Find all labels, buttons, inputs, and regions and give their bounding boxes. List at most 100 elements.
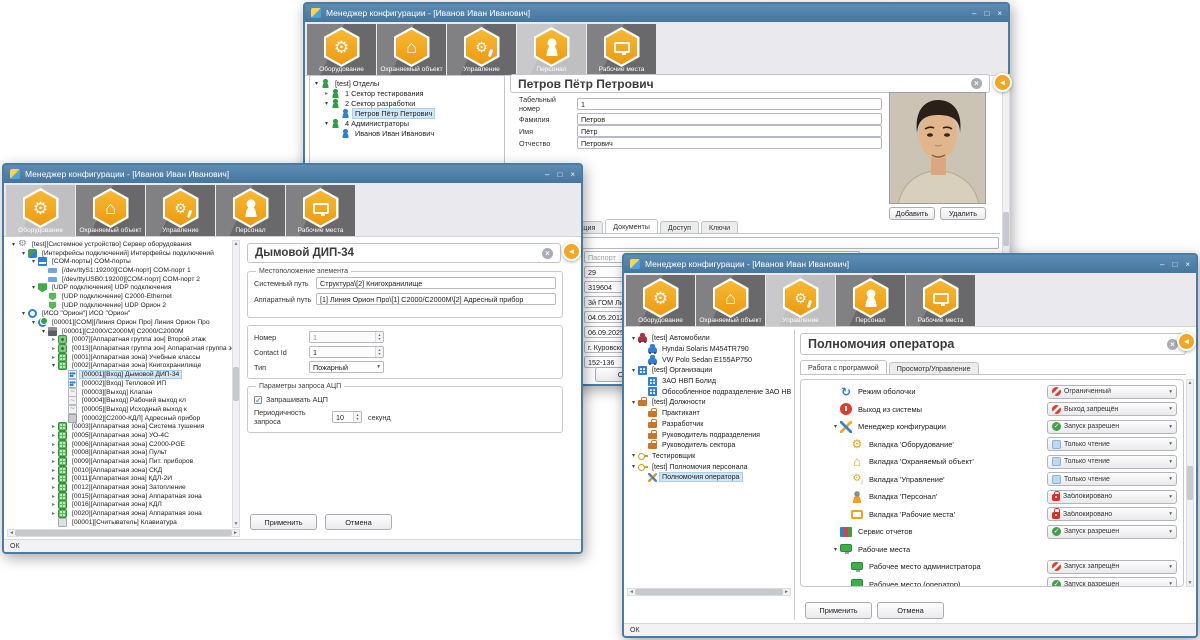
expander-icon[interactable] (49, 441, 58, 448)
expander-icon[interactable] (49, 345, 58, 352)
expander-icon[interactable] (9, 241, 18, 248)
title-bar[interactable]: Менеджер конфигурации - [Иванов Иван Ива… (4, 165, 581, 183)
close-button[interactable]: × (1185, 260, 1190, 269)
minimize-button[interactable]: – (1160, 260, 1164, 269)
permission-row[interactable]: Рабочее место (оператор) Запуск разрешен… (801, 576, 1183, 588)
back-button[interactable] (1177, 332, 1196, 351)
expander-icon[interactable] (322, 90, 331, 97)
period-input[interactable]: 10 (332, 411, 362, 423)
apply-button[interactable]: Применить (805, 602, 872, 619)
ribbon-tab[interactable]: Рабочие места (286, 185, 355, 236)
cancel-button[interactable]: Отмена (877, 602, 944, 619)
tree-item[interactable]: 1 Сектор тестирования (310, 88, 504, 98)
tree-item[interactable]: [COM-порты] COM-порты (7, 257, 232, 266)
tree-item[interactable]: [00005][Выход] Исходный выход к (7, 405, 232, 414)
tree-item[interactable]: [UDP подключение] UDP Орион 2 (7, 301, 232, 310)
expander-icon[interactable] (19, 250, 28, 257)
permission-row[interactable]: Рабочие места (801, 541, 1183, 559)
ribbon-tab[interactable]: Управление (766, 275, 835, 326)
tree-item[interactable]: [0020][Аппаратная зона] Аппаратная зона (7, 509, 232, 518)
tree-item[interactable]: [00001][Считыватель] Клавиатура (7, 518, 232, 527)
tree-item[interactable]: [0005][Аппаратная зона] УО-4С (7, 431, 232, 440)
tree-hscrollbar[interactable]: ◄► (627, 588, 791, 596)
text-input[interactable]: Пётр (577, 125, 882, 137)
permission-row[interactable]: Вкладка 'Оборудование' Только чтение ▾ (801, 436, 1183, 454)
spinner-icon[interactable] (375, 347, 383, 357)
tree-item[interactable]: [test] Отделы (310, 78, 504, 88)
panel-tab[interactable]: Работа с программой (800, 360, 887, 375)
cancel-button[interactable]: Отмена (325, 514, 392, 530)
photo-add-button[interactable]: Добавить (889, 207, 935, 220)
ribbon-tab[interactable]: Персонал (517, 24, 586, 75)
tree-item[interactable]: [00002][C2000-КДЛ] Адресный прибор (7, 414, 232, 423)
expander-icon[interactable] (49, 362, 58, 369)
tree-item[interactable]: [0001][Аппаратная зона] Учебные классы (7, 353, 232, 362)
title-bar[interactable]: Менеджер конфигурации - [Иванов Иван Ива… (624, 255, 1196, 273)
tree-item[interactable]: VW Polo Sedan E155AP750 (627, 354, 791, 365)
permission-value-dropdown[interactable]: Только чтение ▾ (1047, 472, 1177, 486)
expander-icon[interactable] (629, 452, 638, 459)
permission-value-dropdown[interactable]: Только чтение ▾ (1047, 437, 1177, 451)
text-input[interactable]: 1 (577, 98, 882, 110)
tree-item[interactable]: [test][Системное устройство] Сервер обор… (7, 240, 232, 249)
tree-item[interactable]: [0007][Аппаратная группа зон] Второй эта… (7, 336, 232, 345)
expander-icon[interactable] (49, 501, 58, 508)
expander-icon[interactable] (49, 458, 58, 465)
expander-icon[interactable] (49, 467, 58, 474)
text-input[interactable]: Петров (577, 113, 882, 125)
tree-item[interactable]: Hyndai Solaris M454TR790 (627, 344, 791, 355)
maximize-button[interactable]: □ (557, 170, 562, 179)
tree-item[interactable]: [0016][Аппаратная зона] КДЛ (7, 501, 232, 510)
tree-item[interactable]: [00001][Вход] Дымовой ДИП-34 (7, 370, 232, 379)
tree-item[interactable]: [/dev/ttyUSB0:19200][COM-порт] COM-порт … (7, 275, 232, 284)
ribbon-tab[interactable]: Охраняемый объект (696, 275, 765, 326)
spinner-icon[interactable] (353, 412, 361, 422)
card-tab[interactable]: Документы (605, 219, 658, 234)
ribbon-tab[interactable]: Персонал (836, 275, 905, 326)
tree-item[interactable]: [00003][Выход] Клапан (7, 388, 232, 397)
path-input[interactable]: Структура\[2] Книгохранилище (316, 277, 556, 289)
tree-item[interactable]: Практикант (627, 408, 791, 419)
apply-button[interactable]: Применить (250, 514, 317, 530)
tree-item[interactable]: Тестировщик (627, 451, 791, 462)
tree-item[interactable]: ЗАО НВП Болид (627, 376, 791, 387)
clear-icon[interactable] (542, 248, 553, 259)
tree-item[interactable]: Обособленное подразделение ЗАО НВП Боли (627, 386, 791, 397)
permission-value-dropdown[interactable]: Запуск разрешен ▾ (1047, 420, 1177, 434)
permission-row[interactable]: Рабочее место администратора Запуск запр… (801, 558, 1183, 576)
expander-icon[interactable] (49, 510, 58, 517)
adc-checkbox[interactable] (254, 396, 262, 404)
tree-item[interactable]: Разработчик (627, 419, 791, 430)
permission-row[interactable]: Вкладка 'Рабочие места' Заблокировано ▾ (801, 506, 1183, 524)
expander-icon[interactable] (831, 546, 840, 553)
maximize-button[interactable]: □ (984, 9, 989, 18)
ribbon-tab[interactable]: Оборудование (626, 275, 695, 326)
tree-item[interactable]: 4 Администраторы (310, 118, 504, 128)
close-button[interactable]: × (570, 170, 575, 179)
permission-value-dropdown[interactable]: Запуск разрешен ▾ (1047, 577, 1177, 587)
minimize-button[interactable]: – (972, 9, 976, 18)
permission-row[interactable]: Сервис отчетов Запуск разрешен ▾ (801, 523, 1183, 541)
chevron-down-icon[interactable]: ▾ (374, 364, 380, 370)
tree-item[interactable]: [test] Полномочия персонала (627, 461, 791, 472)
tree-item[interactable]: [0013][Аппаратная группа зон] Аппаратная… (7, 344, 232, 353)
tree-item[interactable]: [/dev/ttyS1:19200][COM-порт] COM-порт 1 (7, 266, 232, 275)
expander-icon[interactable] (49, 493, 58, 500)
expander-icon[interactable] (322, 120, 331, 127)
tree-item[interactable]: [0012][Аппаратная зона] Затопление (7, 483, 232, 492)
ribbon-tab[interactable]: Управление (447, 24, 516, 75)
tree-item[interactable]: [0002][Аппаратная зона] Книгохранилище (7, 362, 232, 371)
permission-value-dropdown[interactable]: Выход запрещён ▾ (1047, 402, 1177, 416)
expander-icon[interactable] (629, 335, 638, 342)
tree-item[interactable]: [00001][C2000/C2000М] C2000/C2000М (7, 327, 232, 336)
tree-item[interactable]: Руководитель подразделения (627, 429, 791, 440)
expander-icon[interactable] (39, 328, 48, 335)
minimize-button[interactable]: – (545, 170, 549, 179)
expander-icon[interactable] (49, 449, 58, 456)
ribbon-tab[interactable]: Охраняемый объект (76, 185, 145, 236)
document-title-input[interactable] (517, 237, 999, 249)
tree-item[interactable]: [UDP подключения] UDP подключения (7, 283, 232, 292)
expander-icon[interactable] (831, 423, 840, 430)
permission-row[interactable]: Вкладка 'Персонал' Заблокировано ▾ (801, 488, 1183, 506)
path-input[interactable]: [1] Линия Орион Про\[1] C2000/C2000М\[2]… (316, 293, 556, 305)
